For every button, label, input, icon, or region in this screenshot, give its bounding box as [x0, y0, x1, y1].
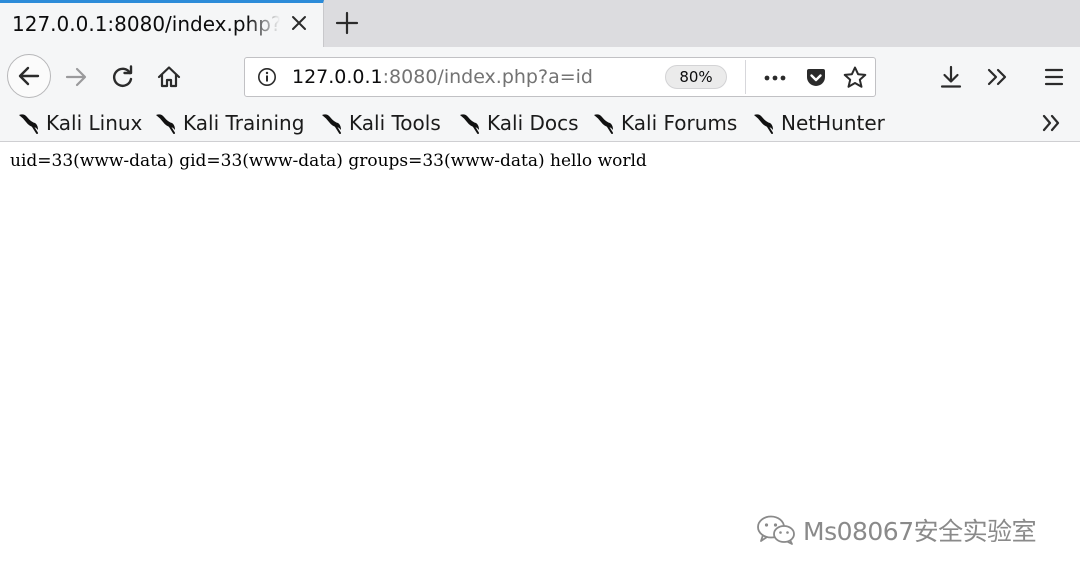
wechat-icon [757, 515, 795, 545]
zoom-level-badge[interactable]: 80% [665, 65, 727, 89]
bookmark-kali-tools[interactable]: Kali Tools [319, 109, 441, 137]
bookmark-kali-forums[interactable]: Kali Forums [591, 109, 737, 137]
bookmark-label: Kali Docs [487, 111, 579, 135]
command-output-text: uid=33(www-data) gid=33(www-data) groups… [10, 151, 647, 171]
forward-arrow-icon[interactable] [62, 63, 90, 91]
bookmark-label: Kali Training [183, 111, 305, 135]
kali-dragon-icon [594, 114, 613, 134]
more-dots-icon[interactable] [761, 66, 789, 90]
chevron-double-right-icon[interactable] [984, 63, 1012, 91]
kali-dragon-icon [322, 114, 341, 134]
bookmark-kali-linux[interactable]: Kali Linux [16, 109, 142, 137]
url-text[interactable]: 127.0.0.1:8080/index.php?a=id [292, 66, 593, 88]
bookmark-label: Kali Linux [46, 111, 143, 135]
bookmarks-toolbar: Kali Linux Kali Training Kali Tools Kali… [0, 104, 1080, 142]
url-bar-divider [745, 60, 746, 94]
bookmark-kali-docs[interactable]: Kali Docs [457, 109, 579, 137]
navigation-toolbar: 127.0.0.1:8080/index.php?a=id 80% [0, 47, 1080, 104]
tab-strip: 127.0.0.1:8080/index.php?a=id [0, 0, 1080, 47]
home-icon[interactable] [155, 63, 183, 91]
tab-active[interactable]: 127.0.0.1:8080/index.php?a=id [0, 0, 324, 47]
browser-window: 127.0.0.1:8080/index.php?a=id [0, 0, 1080, 576]
bookmark-nethunter[interactable]: NetHunter [751, 109, 885, 137]
pocket-icon[interactable] [803, 65, 829, 91]
watermark-text: Ms08067安全实验室 [803, 517, 1037, 546]
tab-title: 127.0.0.1:8080/index.php?a=id [12, 12, 280, 36]
bookmark-label: NetHunter [781, 111, 885, 135]
url-path: :8080/index.php?a=id [382, 66, 593, 88]
kali-dragon-icon [19, 114, 38, 134]
bookmarks-overflow-chevron-icon[interactable] [1040, 111, 1064, 135]
back-arrow-icon[interactable] [7, 54, 51, 98]
info-icon[interactable] [257, 67, 277, 87]
kali-dragon-icon [460, 114, 479, 134]
download-icon[interactable] [937, 63, 965, 91]
hamburger-menu-icon[interactable] [1040, 63, 1068, 91]
url-bar[interactable]: 127.0.0.1:8080/index.php?a=id 80% [244, 57, 876, 97]
bookmark-kali-training[interactable]: Kali Training [153, 109, 304, 137]
bookmark-label: Kali Forums [621, 111, 738, 135]
kali-dragon-icon [754, 114, 773, 134]
url-host: 127.0.0.1 [292, 66, 383, 88]
kali-dragon-icon [156, 114, 175, 134]
new-tab-plus-icon[interactable] [333, 9, 361, 37]
page-content: uid=33(www-data) gid=33(www-data) groups… [0, 142, 1080, 576]
close-icon[interactable] [289, 13, 309, 33]
bookmark-label: Kali Tools [349, 111, 441, 135]
reload-icon[interactable] [109, 63, 137, 91]
watermark: Ms08067安全实验室 [755, 512, 1037, 548]
star-icon[interactable] [841, 64, 869, 92]
